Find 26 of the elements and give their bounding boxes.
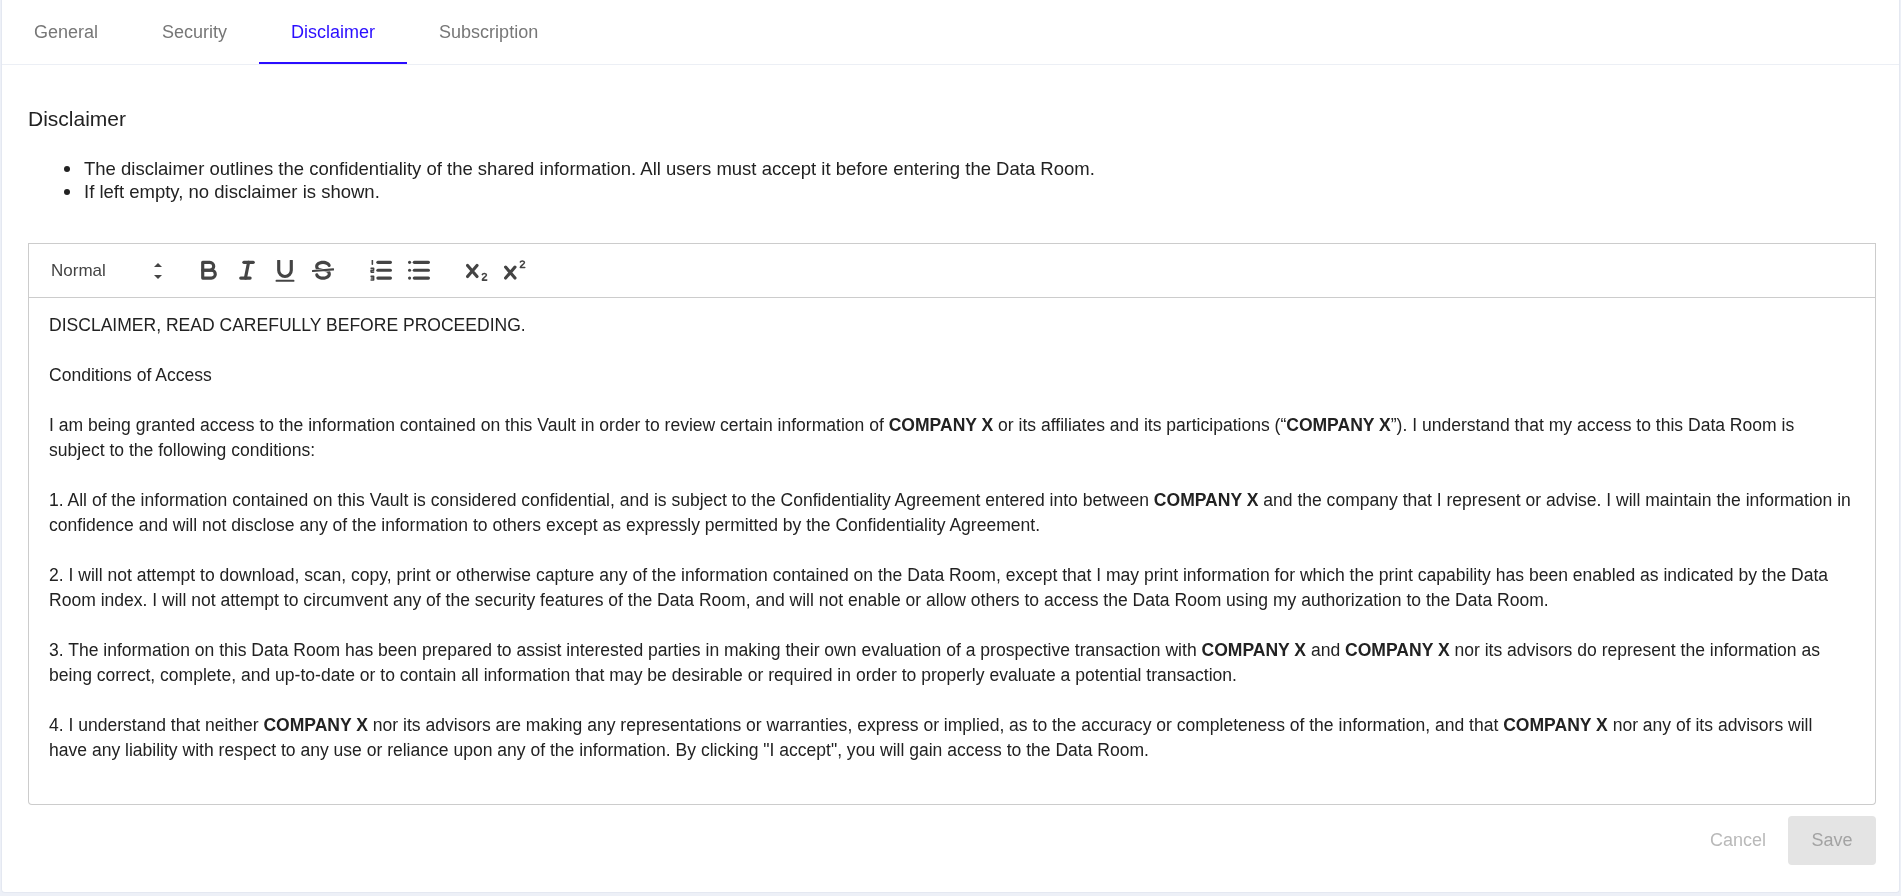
superscript-icon — [504, 259, 526, 282]
tab[interactable]: Security — [130, 0, 260, 64]
tab[interactable]: Disclaimer — [259, 0, 408, 64]
format-select[interactable]: Normal — [40, 255, 170, 286]
section-title: Disclaimer — [28, 107, 127, 131]
strikethrough-icon — [312, 259, 334, 282]
tab[interactable]: Subscription — [407, 0, 571, 64]
numbered-list-icon — [370, 259, 392, 282]
editor-paragraph: 4. I understand that neither COMPANY X nor its advisors are making any representations or warranties, express or implied, as to the accuracy or completeness of the information, and that COMPANY X nor any of its advisors will have any liability with respect to any use or reliance upon any of the information. By clicking "I accept", you will gain access to the Data Room. — [49, 714, 1814, 762]
editor-paragraph: 2. I will not attempt to download, scan, copy, print or otherwise capture any of the information contained on the Data Room, except that I may print information for which the print capability has been enabled as indicated by the Data Room index. I will not attempt to circumvent any of the security features of the Data Room, and will not enable or allow others to access the Data Room using my authorization to the Data Room. — [49, 564, 1830, 612]
rich-text-editor[interactable] — [28, 298, 1876, 805]
note-text: If left empty, no disclaimer is shown. — [84, 180, 380, 203]
editor-paragraph: 1. All of the information contained on this Vault is considered confidential, and is subject to the Confidentiality Agreement entered into between COMPANY X and the company that I represent or advise. I will maintain the information in confidence and will not disclose any of the information to others except as expressly permitted by the Confidentiality Agreement. — [49, 489, 1852, 537]
bullet-list-icon — [408, 259, 430, 282]
bullet-icon — [64, 188, 70, 195]
up-down-caret-icon — [153, 262, 163, 279]
editor-paragraph: 3. The information on this Data Room has been prepared to assist interested parties in making their own evaluation of a prospective transaction with COMPANY X and COMPANY X nor its advisors do represent the information as being correct, complete, and up-to-date or to contain all information that may be desirable or required in order to properly evaluate a potential transaction. — [49, 639, 1821, 687]
bullet-icon — [64, 165, 70, 172]
underline-icon — [274, 259, 296, 282]
editor-paragraph: Conditions of Access — [49, 364, 213, 387]
italic-icon — [236, 259, 258, 282]
bold-icon — [198, 259, 220, 282]
editor-paragraph: DISCLAIMER, READ CAREFULLY BEFORE PROCEEDING. — [49, 314, 527, 337]
note-text: The disclaimer outlines the confidentiality of the shared information. All users must accept it before entering the Data Room. — [84, 157, 1095, 180]
tab[interactable]: General — [2, 0, 131, 64]
editor-paragraph: I am being granted access to the information contained on this Vault in order to review certain information of COMPANY X or its affiliates and its participations (“COMPANY X”). I understand that my access to this Data Room is subject to the following conditions: — [49, 414, 1796, 462]
